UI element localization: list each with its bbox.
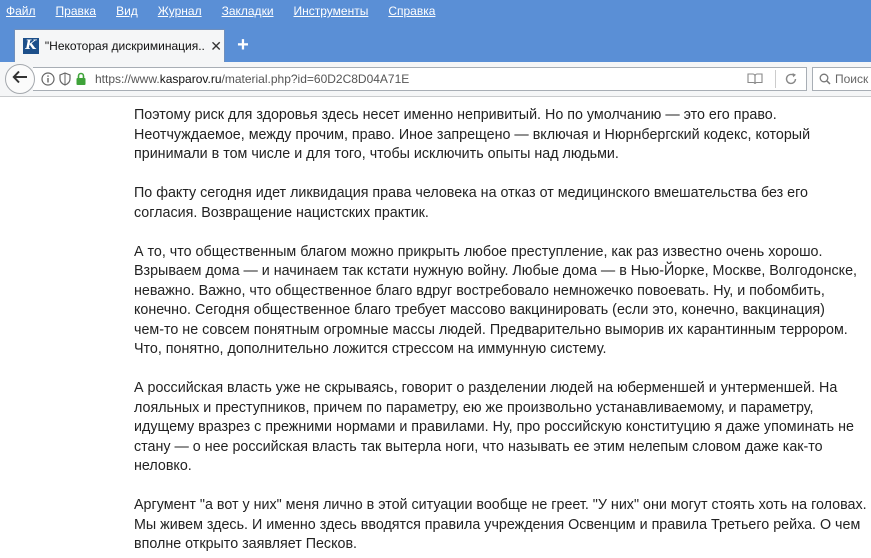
article-paragraph: Поэтому риск для здоровья здесь несет им… bbox=[134, 107, 811, 162]
url-prefix: https://www. bbox=[95, 72, 160, 86]
reader-view-icon[interactable] bbox=[747, 72, 763, 86]
menu-item-help[interactable]: Справка bbox=[388, 4, 435, 18]
new-tab-button[interactable]: + bbox=[232, 34, 254, 56]
search-input[interactable]: Поиск bbox=[812, 67, 871, 91]
shield-icon[interactable] bbox=[59, 72, 71, 86]
search-placeholder: Поиск bbox=[835, 72, 869, 86]
menu-item-file[interactable]: Файл bbox=[6, 4, 36, 18]
menu-item-tools[interactable]: Инструменты bbox=[294, 4, 369, 18]
address-bar[interactable]: https://www.kasparov.ru/material.php?id=… bbox=[33, 67, 807, 91]
back-arrow-icon bbox=[12, 70, 28, 89]
article-paragraph: Аргумент "а вот у них" меня лично в этой… bbox=[134, 497, 867, 552]
menu-item-bookmarks[interactable]: Закладки bbox=[222, 4, 274, 18]
url-path: /material.php?id=60D2C8D04A71E bbox=[221, 72, 410, 86]
url-separator bbox=[775, 70, 776, 88]
back-button[interactable] bbox=[5, 64, 35, 94]
tab-title: "Некоторая дискриминация... bbox=[44, 39, 205, 53]
article-body: Поэтому риск для здоровья здесь несет им… bbox=[134, 98, 871, 558]
menu-bar: Файл Правка Вид Журнал Закладки Инструме… bbox=[0, 0, 871, 22]
site-favicon: K bbox=[23, 38, 39, 54]
tab-active[interactable]: K "Некоторая дискриминация... ✕ bbox=[14, 29, 225, 62]
close-icon[interactable]: ✕ bbox=[208, 38, 224, 55]
menu-item-view[interactable]: Вид bbox=[116, 4, 138, 18]
search-icon bbox=[819, 73, 831, 85]
reload-icon[interactable] bbox=[784, 72, 798, 86]
nav-bar: https://www.kasparov.ru/material.php?id=… bbox=[0, 62, 871, 97]
menu-item-history[interactable]: Журнал bbox=[158, 4, 202, 18]
article-paragraph: А российская власть уже не скрываясь, го… bbox=[134, 380, 854, 474]
article-paragraph: А то, что общественным благом можно прик… bbox=[134, 243, 857, 358]
article-paragraph: По факту сегодня идет ликвидация права ч… bbox=[134, 185, 808, 221]
menu-item-edit[interactable]: Правка bbox=[56, 4, 97, 18]
tab-strip: K "Некоторая дискриминация... ✕ + bbox=[0, 22, 871, 62]
lock-icon[interactable] bbox=[75, 72, 87, 86]
info-icon[interactable] bbox=[41, 72, 55, 86]
url-text[interactable]: https://www.kasparov.ru/material.php?id=… bbox=[95, 72, 409, 86]
url-domain: kasparov.ru bbox=[159, 72, 222, 86]
